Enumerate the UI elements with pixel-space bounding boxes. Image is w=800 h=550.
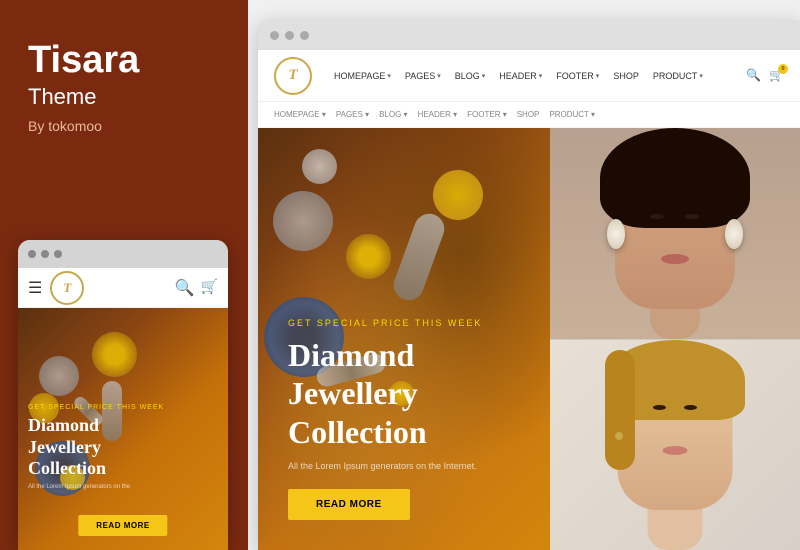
earring-right-top — [725, 219, 743, 249]
mobile-get-special: GET SPECIAL PRICE THIS WEEK — [28, 404, 218, 411]
earring-left-top — [607, 219, 625, 249]
portrait-top — [550, 128, 800, 339]
mobile-dot-1 — [28, 250, 36, 258]
mobile-hero-title: Diamond Jewellery Collection — [28, 415, 218, 480]
nav-icons: 🔍 🛒0 — [746, 68, 784, 83]
hero-j6 — [302, 149, 337, 184]
mobile-mockup: ☰ T 🔍 🛒 GET SPECIAL PRICE THIS WEEK — [18, 240, 228, 550]
nav-shop[interactable]: SHOP — [607, 67, 645, 85]
homepage-chevron: ▾ — [387, 72, 391, 80]
sec-nav-item-1: HOMEPAGE ▾ — [274, 110, 326, 119]
hero-get-special-text: GET SPECIAL PRICE THIS WEEK — [288, 318, 520, 328]
secondary-nav-items: HOMEPAGE ▾ PAGES ▾ BLOG ▾ HEADER ▾ FOOTE… — [274, 110, 595, 119]
nav-product[interactable]: PRODUCT ▾ — [647, 67, 709, 85]
lips-top — [661, 254, 689, 264]
header-chevron: ▾ — [539, 72, 543, 80]
sec-nav-item-2: PAGES ▾ — [336, 110, 369, 119]
hero-j5 — [433, 170, 483, 220]
hamburger-icon: ☰ — [28, 278, 42, 298]
website-hero: GET SPECIAL PRICE THIS WEEK Diamond Jewe… — [258, 128, 800, 550]
mobile-logo: T — [50, 271, 84, 305]
website-navbar: T HOMEPAGE ▾ PAGES ▾ BLOG ▾ HEADER ▾ FOO… — [258, 50, 800, 102]
eye-right-bottom — [684, 405, 697, 410]
jewelry-item-1 — [39, 356, 79, 396]
hero-j3 — [346, 234, 391, 279]
hero-right-portraits — [550, 128, 800, 550]
hero-j1 — [273, 191, 333, 251]
hero-title-line1: Diamond Jewellery — [288, 337, 418, 411]
mobile-search-icon: 🔍 — [175, 278, 195, 298]
browser-dot-2 — [285, 31, 294, 40]
hero-title-line2: Collection — [288, 414, 427, 450]
mobile-dot-2 — [41, 250, 49, 258]
hair-top — [600, 128, 750, 228]
eye-right-top — [685, 214, 699, 219]
hero-lorem-text: All the Lorem Ipsum generators on the In… — [288, 461, 520, 471]
brand-subtitle: Theme — [28, 84, 220, 110]
mobile-lorem-text: All the Lorem Ipsum generators on the — [28, 484, 218, 490]
brand-title: Tisara — [28, 40, 220, 82]
product-chevron: ▾ — [699, 72, 703, 80]
hair-side-left — [605, 350, 635, 470]
mobile-hero-text: GET SPECIAL PRICE THIS WEEK Diamond Jewe… — [28, 404, 218, 490]
mobile-titlebar — [18, 240, 228, 268]
hero-title: Diamond Jewellery Collection — [288, 336, 520, 451]
hero-left: GET SPECIAL PRICE THIS WEEK Diamond Jewe… — [258, 128, 550, 550]
nav-footer[interactable]: FOOTER ▾ — [550, 67, 605, 85]
eye-left-top — [650, 214, 664, 219]
brand-by-text: By tokomoo — [28, 118, 220, 134]
sec-nav-item-3: BLOG ▾ — [379, 110, 407, 119]
nav-pages[interactable]: PAGES ▾ — [399, 67, 447, 85]
earring-bottom — [615, 432, 623, 440]
mobile-dot-3 — [54, 250, 62, 258]
mobile-read-more-button[interactable]: READ MORE — [78, 515, 167, 536]
eye-left-bottom — [653, 405, 666, 410]
mobile-hero: GET SPECIAL PRICE THIS WEEK Diamond Jewe… — [18, 308, 228, 550]
left-sidebar: Tisara Theme By tokomoo ☰ T 🔍 🛒 — [0, 0, 248, 550]
right-panel: T HOMEPAGE ▾ PAGES ▾ BLOG ▾ HEADER ▾ FOO… — [248, 0, 800, 550]
portrait-bottom — [550, 340, 800, 550]
nav-blog[interactable]: BLOG ▾ — [449, 67, 492, 85]
nav-homepage[interactable]: HOMEPAGE ▾ — [328, 67, 397, 85]
browser-dot-1 — [270, 31, 279, 40]
blog-chevron: ▾ — [482, 72, 486, 80]
jewelry-item-6 — [92, 332, 137, 377]
hero-j4 — [390, 210, 449, 305]
website-logo: T — [274, 57, 312, 95]
sec-nav-item-7: PRODUCT ▾ — [549, 110, 595, 119]
mobile-nav-icons: 🔍 🛒 — [175, 278, 218, 298]
nav-cart-icon[interactable]: 🛒0 — [769, 68, 784, 83]
sec-nav-item-5: FOOTER ▾ — [467, 110, 507, 119]
footer-chevron: ▾ — [596, 72, 600, 80]
mobile-cart-icon: 🛒 — [201, 279, 218, 296]
pages-chevron: ▾ — [437, 72, 441, 80]
sec-nav-item-4: HEADER ▾ — [418, 110, 458, 119]
website-nav-secondary: HOMEPAGE ▾ PAGES ▾ BLOG ▾ HEADER ▾ FOOTE… — [258, 102, 800, 128]
sec-nav-item-6: SHOP — [517, 110, 540, 119]
lips-bottom — [663, 446, 688, 455]
nav-header[interactable]: HEADER ▾ — [493, 67, 548, 85]
browser-chrome — [258, 20, 800, 50]
browser-window: T HOMEPAGE ▾ PAGES ▾ BLOG ▾ HEADER ▾ FOO… — [258, 20, 800, 550]
nav-search-icon[interactable]: 🔍 — [746, 68, 761, 83]
nav-items: HOMEPAGE ▾ PAGES ▾ BLOG ▾ HEADER ▾ FOOTE… — [328, 67, 738, 85]
hero-read-more-button[interactable]: READ More — [288, 489, 410, 520]
browser-dot-3 — [300, 31, 309, 40]
mobile-navbar: ☰ T 🔍 🛒 — [18, 268, 228, 308]
